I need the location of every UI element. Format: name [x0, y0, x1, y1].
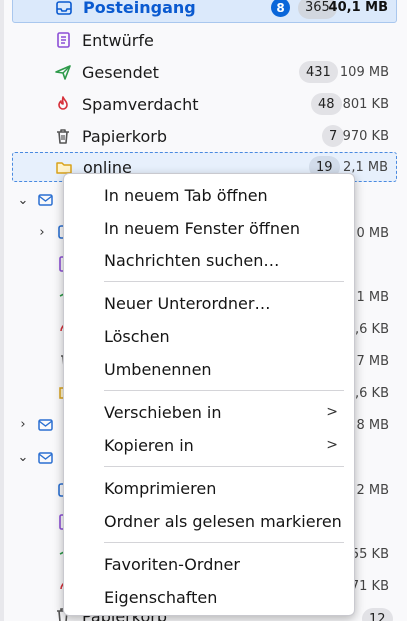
menu-copy-to[interactable]: Kopieren in >: [64, 430, 354, 460]
menu-open-new-tab[interactable]: In neuem Tab öffnen: [64, 180, 354, 210]
chevron-right-icon: >: [326, 404, 338, 420]
folder-label: Papierkorb: [82, 126, 167, 146]
account-icon: [37, 191, 55, 209]
spam-flame-icon: [54, 95, 72, 113]
drafts-icon: [54, 31, 72, 49]
sent-icon: [54, 63, 72, 81]
folder-size: 970 KB: [342, 128, 389, 144]
folder-row-papierkorb[interactable]: Papierkorb 7 970 KB: [12, 121, 397, 151]
folder-label: Spamverdacht: [82, 94, 199, 114]
menu-compact[interactable]: Komprimieren: [64, 473, 354, 503]
menu-separator: [104, 542, 344, 543]
menu-search-messages[interactable]: Nachrichten suchen…: [64, 245, 354, 275]
folder-size: 8 MB: [356, 418, 389, 433]
message-count: 48: [311, 93, 342, 115]
folder-row-posteingang[interactable]: Posteingang 8 365 40,1 MB: [12, 0, 397, 23]
folder-size: 40,1 MB: [328, 0, 388, 15]
chevron-right-icon[interactable]: ›: [35, 225, 49, 240]
folder-label: Gesendet: [82, 62, 159, 82]
trash-icon: [54, 127, 72, 145]
chevron-down-icon[interactable]: ⌄: [16, 450, 30, 465]
folder-size: 2 MB: [356, 483, 389, 498]
unread-badge: 8: [271, 0, 290, 17]
menu-new-subfolder[interactable]: Neuer Unterordner…: [64, 288, 354, 318]
folder-row-entwuerfe[interactable]: Entwürfe: [12, 25, 397, 55]
message-count: 12: [362, 608, 393, 621]
message-count: 431: [299, 61, 338, 83]
chevron-right-icon[interactable]: ›: [16, 417, 30, 432]
inbox-icon: [55, 0, 73, 17]
menu-move-to[interactable]: Verschieben in >: [64, 397, 354, 427]
menu-copy-to-label: Kopieren in: [104, 435, 194, 455]
chevron-right-icon: >: [326, 437, 338, 453]
folder-label: Posteingang: [83, 0, 196, 17]
message-count: 7: [322, 125, 345, 147]
folder-size: 55 KB: [350, 547, 389, 562]
menu-mark-folder-read[interactable]: Ordner als gelesen markieren: [64, 506, 354, 536]
folder-size: 7 MB: [356, 354, 389, 369]
folder-row-spamverdacht[interactable]: Spamverdacht 48 801 KB: [12, 89, 397, 119]
folder-context-menu: In neuem Tab öffnen In neuem Fenster öff…: [63, 173, 355, 616]
menu-delete[interactable]: Löschen: [64, 321, 354, 351]
folder-size: 0 MB: [356, 226, 389, 241]
folder-size: ,6 KB: [355, 386, 389, 401]
account-icon: [37, 449, 55, 467]
menu-separator: [104, 466, 344, 467]
folder-size: 801 KB: [342, 96, 389, 112]
folder-size: 71 KB: [350, 579, 389, 594]
menu-separator: [104, 390, 344, 391]
account-icon: [37, 416, 55, 434]
menu-move-to-label: Verschieben in: [104, 402, 222, 422]
menu-rename[interactable]: Umbenennen: [64, 354, 354, 384]
folder-size: 109 MB: [339, 64, 389, 80]
folder-label: Entwürfe: [82, 30, 154, 50]
menu-separator: [104, 281, 344, 282]
folder-size: 1 MB: [356, 290, 389, 305]
folder-size: ,6 KB: [355, 322, 389, 337]
menu-properties[interactable]: Eigenschaften: [64, 582, 354, 612]
folder-row-gesendet[interactable]: Gesendet 431 109 MB: [12, 57, 397, 87]
chevron-down-icon[interactable]: ⌄: [16, 193, 30, 208]
menu-favorite-folder[interactable]: Favoriten-Ordner: [64, 549, 354, 579]
menu-open-new-window[interactable]: In neuem Fenster öffnen: [64, 213, 354, 243]
